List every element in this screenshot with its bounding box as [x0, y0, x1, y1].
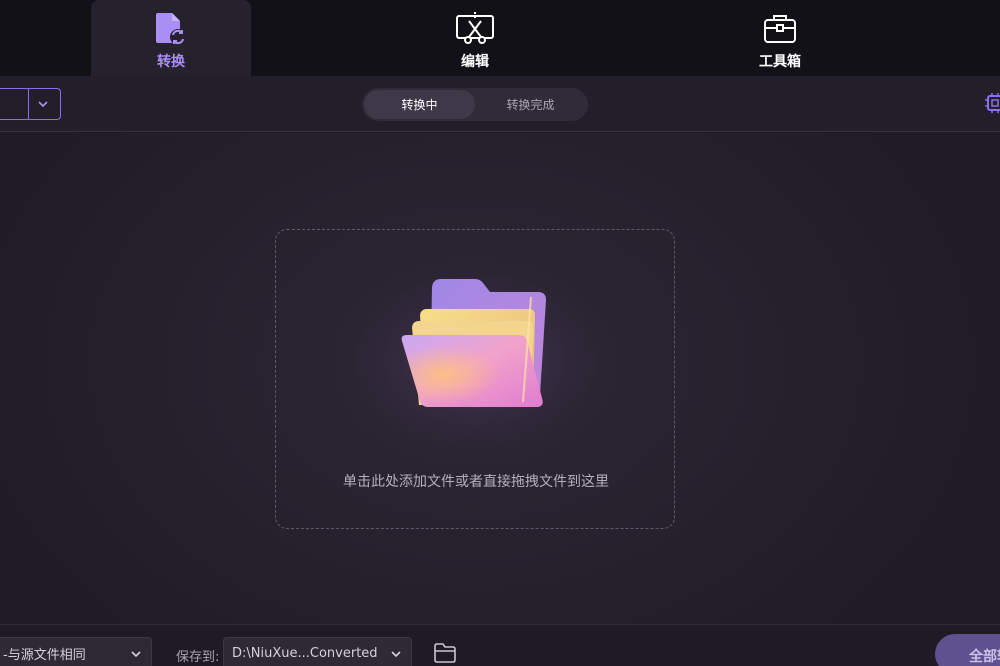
output-format-select[interactable]: -与源文件相同	[0, 637, 152, 666]
open-folder-icon[interactable]	[433, 642, 457, 664]
bottom-bar: -与源文件相同 保存到: D:\NiuXue...Converted 全部转换	[0, 624, 1000, 666]
tab-converting[interactable]: 转换中	[364, 90, 475, 119]
tab-edit[interactable]: 编辑	[395, 0, 555, 76]
folder-icon	[401, 279, 546, 407]
save-path-select[interactable]: D:\NiuXue...Converted	[223, 637, 412, 666]
tab-toolbox[interactable]: 工具箱	[700, 0, 860, 76]
edit-cut-icon	[455, 10, 495, 46]
main-content: 单击此处添加文件或者直接拖拽文件到这里	[0, 133, 1000, 624]
file-drop-zone[interactable]: 单击此处添加文件或者直接拖拽文件到这里	[275, 229, 675, 529]
convert-all-button[interactable]: 全部转换	[935, 634, 1000, 666]
top-nav-bar: 转换 编辑 工具箱	[0, 0, 1000, 76]
chevron-down-icon[interactable]	[36, 97, 50, 111]
status-segmented-control: 转换中 转换完成	[362, 88, 588, 121]
save-to-label: 保存到:	[176, 650, 220, 665]
tab-converted[interactable]: 转换完成	[475, 90, 586, 119]
tab-convert[interactable]: 转换	[91, 0, 251, 76]
add-file-dropdown[interactable]	[0, 88, 61, 120]
toolbox-icon	[760, 10, 800, 46]
chevron-down-icon	[131, 651, 141, 658]
cpu-acceleration-icon[interactable]	[984, 92, 1000, 114]
status-toolbar: 转换中 转换完成	[0, 76, 1000, 132]
convert-file-icon	[151, 10, 191, 46]
tab-convert-label: 转换	[157, 54, 185, 70]
save-path-value: D:\NiuXue...Converted	[232, 645, 378, 661]
dropdown-separator	[28, 89, 29, 119]
chevron-down-icon	[391, 651, 401, 658]
tab-toolbox-label: 工具箱	[759, 54, 801, 70]
tab-edit-label: 编辑	[461, 54, 489, 70]
drop-hint-text: 单击此处添加文件或者直接拖拽文件到这里	[343, 474, 609, 490]
output-format-value: -与源文件相同	[3, 647, 86, 663]
